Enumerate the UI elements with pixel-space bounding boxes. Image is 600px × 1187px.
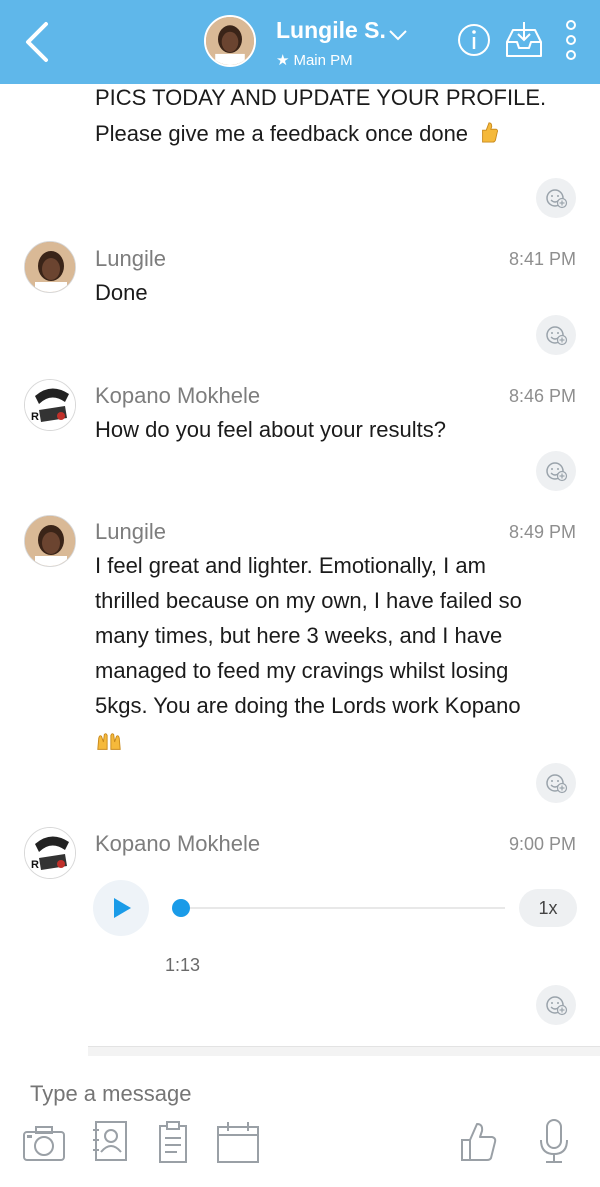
message-time: 9:00 PM (508, 834, 576, 854)
audio-progress-track[interactable] (180, 907, 505, 909)
message-line: Done (95, 280, 148, 305)
message-line: I feel great and lighter. Emotionally, I… (95, 553, 486, 578)
add-reaction-button[interactable] (536, 763, 576, 803)
star-icon: ★ (276, 52, 290, 69)
message-line (95, 723, 565, 758)
add-reaction-icon (546, 774, 568, 794)
sender-name[interactable]: Kopano Mokhele (95, 831, 260, 857)
message-input[interactable] (30, 1081, 450, 1107)
add-reaction-button[interactable] (536, 985, 576, 1025)
add-reaction-icon (546, 462, 568, 482)
avatar[interactable] (24, 515, 76, 567)
calendar-icon[interactable] (215, 1120, 261, 1164)
sender-name[interactable]: Lungile (95, 246, 166, 272)
info-icon[interactable] (456, 22, 492, 58)
sender-name[interactable]: Kopano Mokhele (95, 383, 260, 409)
message-body: How do you feel about your results? (95, 412, 565, 447)
message-line-text: Please give me a feedback once done (95, 121, 469, 146)
camera-icon[interactable] (22, 1124, 66, 1162)
avatar[interactable]: R (24, 827, 76, 879)
previous-message-text: PICS TODAY AND UPDATE YOUR PROFILE. Plea… (95, 80, 595, 152)
back-arrow-icon[interactable] (20, 18, 56, 66)
thumbs-up-icon[interactable] (458, 1120, 498, 1164)
inbox-download-icon[interactable] (503, 20, 545, 60)
message-body: I feel great and lighter. Emotionally, I… (95, 548, 565, 758)
divider-strip (88, 1046, 600, 1056)
message-line: many times, but here 3 weeks, and I have (95, 623, 503, 648)
message-time: 8:46 PM (508, 386, 576, 406)
svg-text:R: R (31, 411, 39, 423)
add-reaction-icon (546, 996, 568, 1016)
add-reaction-button[interactable] (536, 178, 576, 218)
message-composer (0, 1058, 600, 1187)
audio-progress-handle[interactable] (172, 899, 190, 917)
raised-hands-emoji-icon (97, 733, 121, 750)
message-time: 8:49 PM (508, 522, 576, 542)
message-time: 8:41 PM (508, 249, 576, 269)
message-line: 5kgs. You are doing the Lords work Kopan… (95, 693, 521, 718)
audio-duration: 1:13 (165, 955, 201, 975)
add-reaction-icon (546, 326, 568, 346)
chevron-down-icon[interactable] (388, 28, 408, 42)
avatar[interactable] (24, 241, 76, 293)
svg-text:R: R (31, 859, 39, 871)
subtitle-text: Main PM (293, 52, 353, 69)
contact-subtitle: ★ Main PM (276, 51, 353, 69)
message-line: managed to feed my cravings whilst losin… (95, 658, 509, 683)
more-vertical-icon[interactable] (563, 18, 579, 62)
document-icon[interactable] (155, 1120, 191, 1164)
add-reaction-icon (546, 189, 568, 209)
play-icon (114, 898, 131, 918)
message-line: PICS TODAY AND UPDATE YOUR PROFILE. (95, 85, 547, 110)
avatar[interactable]: R (24, 379, 76, 431)
contact-avatar[interactable] (204, 15, 256, 67)
message-body: Done (95, 275, 565, 310)
message-line: thrilled because on my own, I have faile… (95, 588, 522, 613)
contact-card-icon[interactable] (91, 1120, 131, 1162)
add-reaction-button[interactable] (536, 451, 576, 491)
play-button[interactable] (93, 880, 149, 936)
message-line: Please give me a feedback once done (95, 116, 595, 152)
thumbs-up-emoji-icon (482, 122, 499, 143)
add-reaction-button[interactable] (536, 315, 576, 355)
sender-name[interactable]: Lungile (95, 519, 166, 545)
microphone-icon[interactable] (536, 1118, 572, 1166)
message-line: How do you feel about your results? (95, 417, 446, 442)
playback-speed-button[interactable]: 1x (519, 889, 577, 927)
contact-name[interactable]: Lungile S. (276, 17, 386, 44)
chat-header: Lungile S. ★ Main PM (0, 0, 600, 84)
